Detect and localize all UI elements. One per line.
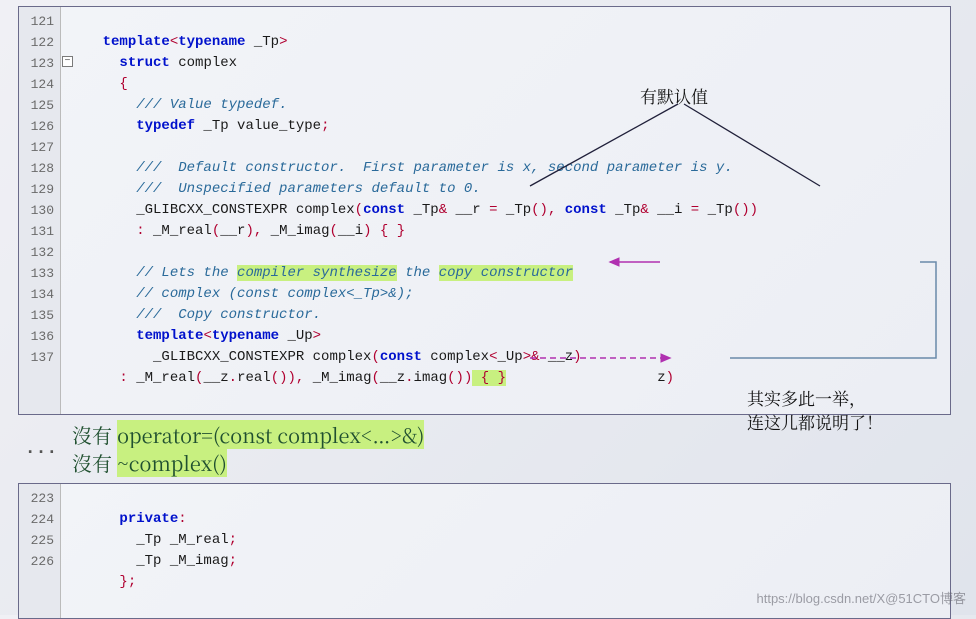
code-block-1: 121122123 124125126 127128129 130131132 … bbox=[18, 6, 951, 415]
gutter-1: 121122123 124125126 127128129 130131132 … bbox=[19, 7, 61, 414]
middle-text: 沒有 operator=(const complex<…>&) 沒有 ~comp… bbox=[72, 421, 424, 477]
annotation-top: 有默认值 bbox=[640, 84, 708, 108]
fold-marker-icon[interactable]: − bbox=[62, 56, 73, 67]
ellipsis: ... bbox=[18, 439, 72, 459]
watermark: https://blog.csdn.net/X@51CTO博客 bbox=[757, 588, 967, 607]
code-area-1: template<typename _Tp> struct complex { … bbox=[61, 7, 950, 414]
annotation-right: 其实多此一举，连这儿都说明了！ bbox=[747, 386, 883, 434]
gutter-2: 223224 225226 bbox=[19, 484, 61, 618]
